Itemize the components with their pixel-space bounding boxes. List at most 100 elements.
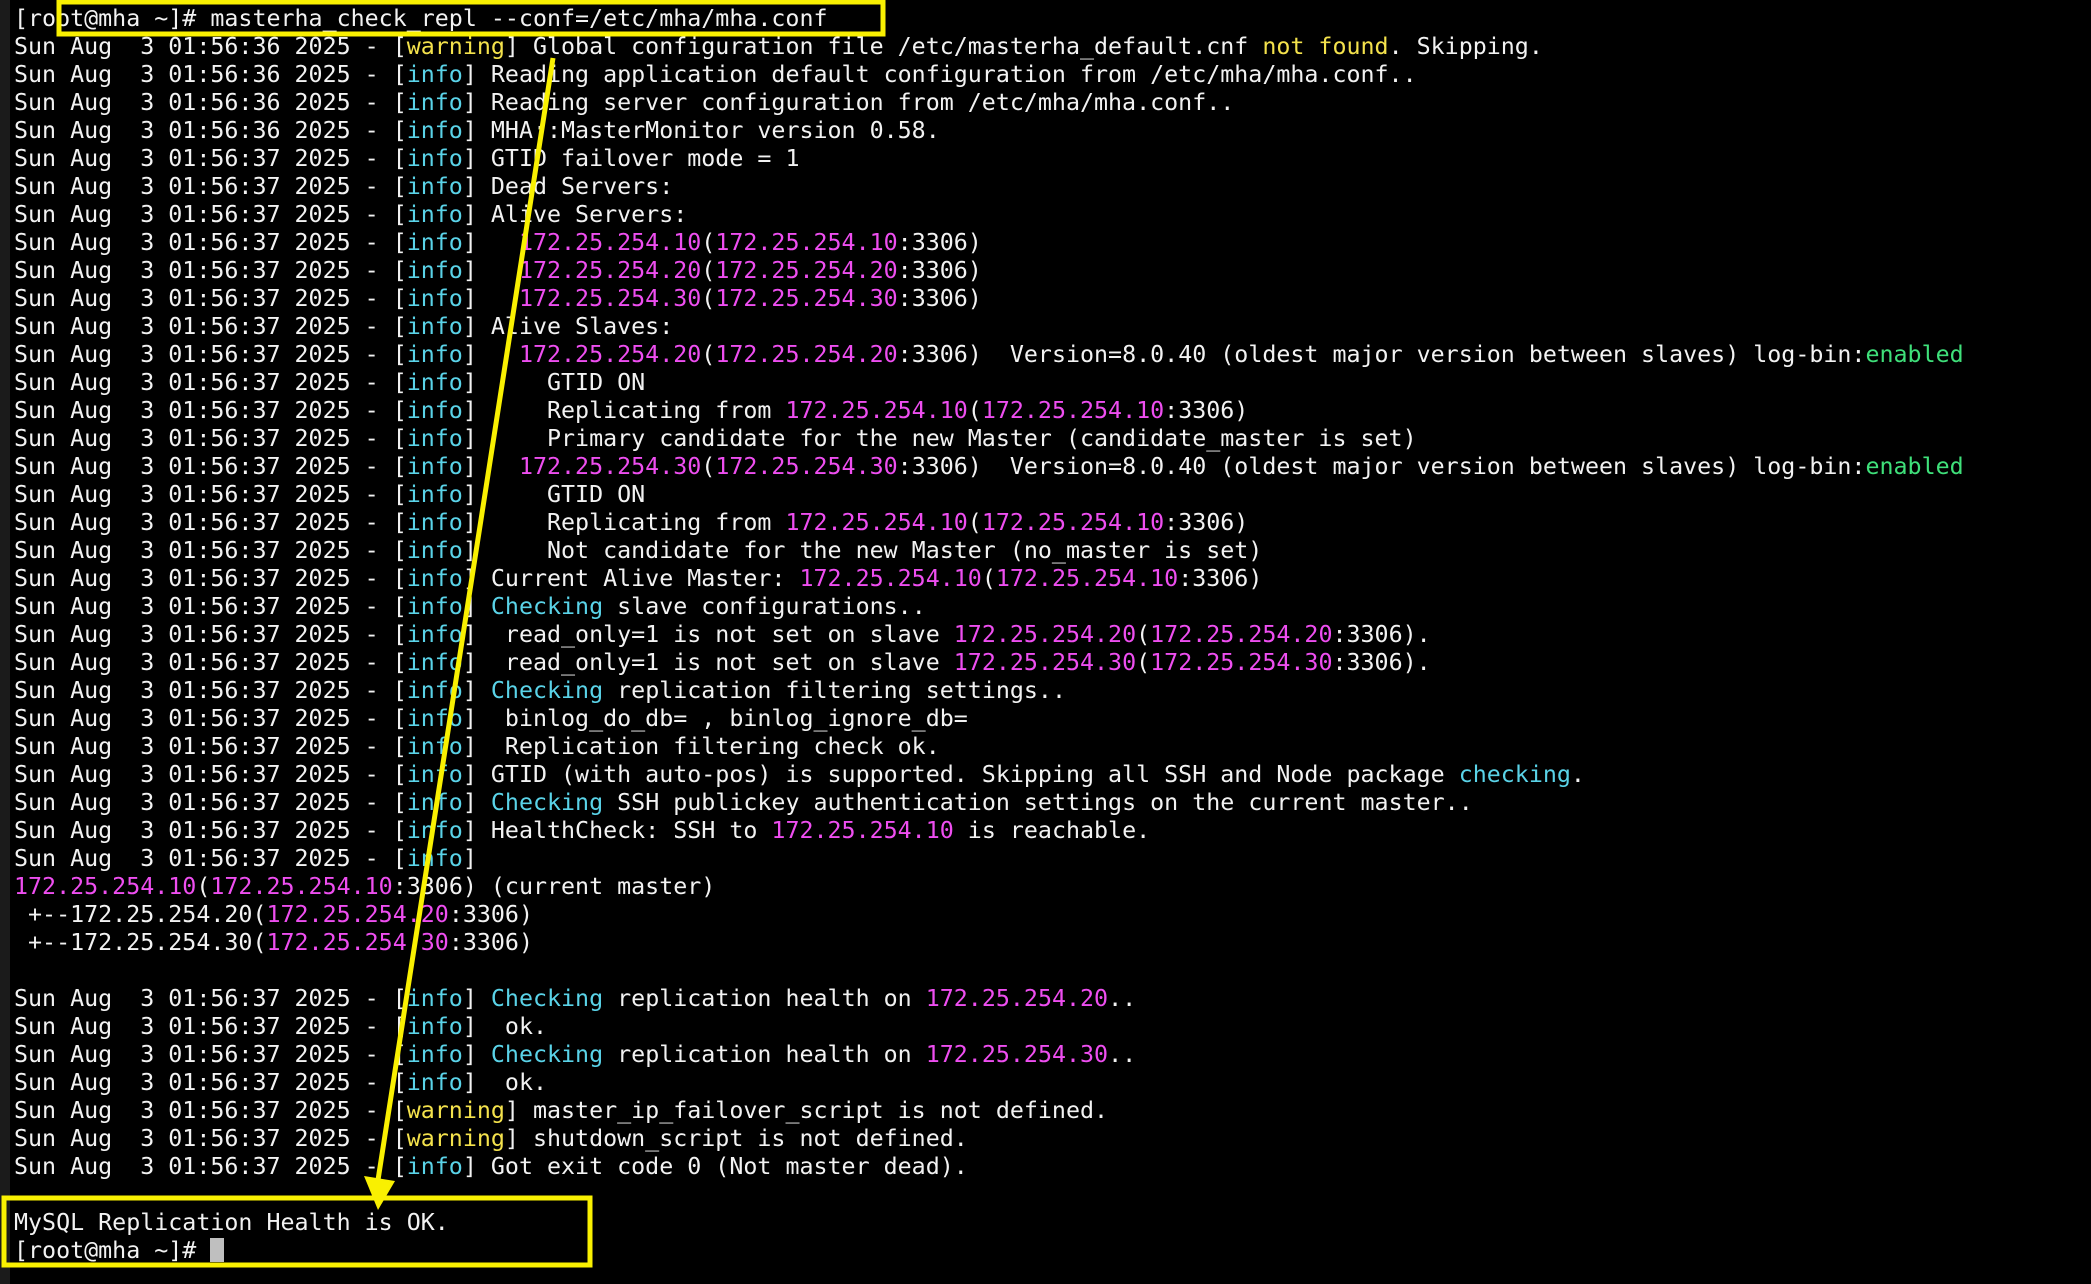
terminal-text-segment: is reachable. xyxy=(953,817,1151,844)
terminal-text-segment: ] xyxy=(462,341,519,368)
terminal-text-segment: Sun Aug 3 01:56:37 2025 - [ xyxy=(14,285,407,312)
terminal-text-segment: ] HealthCheck: SSH to xyxy=(462,817,772,844)
terminal-text-segment: ] xyxy=(462,285,519,312)
terminal-line: Sun Aug 3 01:56:37 2025 - [info] GTID ON xyxy=(14,481,1964,509)
terminal-text-segment: ( xyxy=(1136,649,1151,676)
terminal-text-segment: ( xyxy=(701,341,716,368)
terminal-text-segment: ] Got exit code 0 (Not master dead). xyxy=(462,1153,968,1180)
terminal-text-segment: Sun Aug 3 01:56:36 2025 - [ xyxy=(14,61,407,88)
terminal-text-segment: MySQL Replication Health is OK. xyxy=(14,1209,449,1236)
terminal-text-segment: replication filtering settings.. xyxy=(603,677,1066,704)
terminal-text-segment: :3306) xyxy=(897,229,982,256)
terminal-text-segment: Sun Aug 3 01:56:37 2025 - [ xyxy=(14,509,407,536)
terminal-line: Sun Aug 3 01:56:37 2025 - [info] GTID (w… xyxy=(14,761,1964,789)
terminal-text-segment: info xyxy=(406,509,463,536)
terminal-text-segment: ] read_only=1 is not set on slave xyxy=(462,649,954,676)
terminal-text-segment: info xyxy=(406,593,463,620)
terminal-text-segment: Checking xyxy=(490,677,604,704)
terminal-text-segment: Sun Aug 3 01:56:37 2025 - [ xyxy=(14,817,407,844)
terminal-text-segment: ] Global configuration file /etc/masterh… xyxy=(504,33,1263,60)
terminal-line: Sun Aug 3 01:56:37 2025 - [info] ok. xyxy=(14,1013,1964,1041)
terminal-text-segment: Sun Aug 3 01:56:37 2025 - [ xyxy=(14,313,407,340)
terminal-line: Sun Aug 3 01:56:37 2025 - [info] 172.25.… xyxy=(14,257,1964,285)
terminal-text-segment: ] xyxy=(462,257,519,284)
terminal-text-segment: info xyxy=(406,313,463,340)
terminal-line: [root@mha ~]# masterha_check_repl --conf… xyxy=(14,5,1964,33)
terminal-text-segment: Sun Aug 3 01:56:37 2025 - [ xyxy=(14,537,407,564)
terminal-line: Sun Aug 3 01:56:37 2025 - [info] Checkin… xyxy=(14,1041,1964,1069)
terminal-line: Sun Aug 3 01:56:37 2025 - [warning] shut… xyxy=(14,1125,1964,1153)
terminal-text-segment: info xyxy=(406,1069,463,1096)
terminal-text-segment: info xyxy=(406,845,463,872)
terminal-text-segment: ( xyxy=(196,873,211,900)
terminal-text-segment: Sun Aug 3 01:56:37 2025 - [ xyxy=(14,677,407,704)
terminal-text-segment: :3306) (current master) xyxy=(392,873,716,900)
window-left-edge xyxy=(0,0,10,1284)
terminal-text-segment: ] shutdown_script is not defined. xyxy=(504,1125,968,1152)
terminal-line: Sun Aug 3 01:56:37 2025 - [info] read_on… xyxy=(14,649,1964,677)
terminal-line: Sun Aug 3 01:56:37 2025 - [info] GTID fa… xyxy=(14,145,1964,173)
terminal-text-segment: 172.25.254.30 xyxy=(715,285,898,312)
terminal-text-segment: Sun Aug 3 01:56:37 2025 - [ xyxy=(14,733,407,760)
terminal-text-segment: info xyxy=(406,817,463,844)
terminal-text-segment: :3306). xyxy=(1332,621,1431,648)
terminal-line: Sun Aug 3 01:56:37 2025 - [info] binlog_… xyxy=(14,705,1964,733)
terminal-text-segment: 172.25.254.10 xyxy=(995,565,1179,592)
terminal-line: Sun Aug 3 01:56:36 2025 - [warning] Glob… xyxy=(14,33,1964,61)
terminal-text-segment: info xyxy=(406,369,463,396)
terminal-text-segment: 172.25.254.20 xyxy=(518,257,702,284)
terminal-text-segment: ] GTID ON xyxy=(462,481,646,508)
terminal-line: Sun Aug 3 01:56:37 2025 - [info] ok. xyxy=(14,1069,1964,1097)
terminal-text-segment: 172.25.254.10 xyxy=(981,509,1165,536)
terminal-text-segment: +--172.25.254.20( xyxy=(14,901,267,928)
terminal-line: Sun Aug 3 01:56:37 2025 - [info] Current… xyxy=(14,565,1964,593)
terminal-text-segment: :3306) xyxy=(448,929,533,956)
terminal-text-segment: info xyxy=(406,453,463,480)
terminal-text-segment: 172.25.254.10 xyxy=(785,397,968,424)
terminal-text-segment: Sun Aug 3 01:56:37 2025 - [ xyxy=(14,1041,407,1068)
terminal-text-segment: 172.25.254.10 xyxy=(715,229,898,256)
terminal-text-segment: [root@mha ~]# masterha_check_repl --conf… xyxy=(14,5,828,32)
terminal-text-segment: :3306) xyxy=(1178,565,1263,592)
terminal-text-segment: Sun Aug 3 01:56:37 2025 - [ xyxy=(14,453,407,480)
terminal-text-segment: .. xyxy=(1108,985,1137,1012)
terminal-output[interactable]: [root@mha ~]# masterha_check_repl --conf… xyxy=(14,5,1964,1265)
terminal-text-segment: ] read_only=1 is not set on slave xyxy=(462,621,954,648)
terminal-text-segment: Sun Aug 3 01:56:37 2025 - [ xyxy=(14,649,407,676)
terminal-text-segment: 172.25.254.10 xyxy=(14,873,197,900)
terminal-text-segment: warning xyxy=(406,33,505,60)
terminal-text-segment: ] binlog_do_db= , binlog_ignore_db= xyxy=(462,705,968,732)
terminal-text-segment: 172.25.254.10 xyxy=(799,565,982,592)
terminal-text-segment: Sun Aug 3 01:56:37 2025 - [ xyxy=(14,481,407,508)
terminal-text-segment: 172.25.254.20 xyxy=(715,341,898,368)
terminal-line: Sun Aug 3 01:56:37 2025 - [info] 172.25.… xyxy=(14,453,1964,481)
terminal-text-segment: Checking xyxy=(490,1041,604,1068)
terminal-line: Sun Aug 3 01:56:36 2025 - [info] MHA::Ma… xyxy=(14,117,1964,145)
terminal-text-segment: .. xyxy=(1108,1041,1137,1068)
terminal-text-segment: Sun Aug 3 01:56:37 2025 - [ xyxy=(14,229,407,256)
terminal-text-segment: Sun Aug 3 01:56:37 2025 - [ xyxy=(14,789,407,816)
terminal-text-segment: Checking xyxy=(490,789,604,816)
terminal-text-segment: 172.25.254.30 xyxy=(715,453,898,480)
terminal-text-segment: ( xyxy=(701,257,716,284)
terminal-text-segment: ( xyxy=(981,565,996,592)
terminal-text-segment: ( xyxy=(701,453,716,480)
terminal-line: MySQL Replication Health is OK. xyxy=(14,1209,1964,1237)
terminal-text-segment: 172.25.254.30 xyxy=(1150,649,1333,676)
terminal-text-segment: ] Replication filtering check ok. xyxy=(462,733,940,760)
terminal-text-segment: info xyxy=(406,229,463,256)
prompt-line[interactable]: [root@mha ~]# xyxy=(14,1237,1964,1265)
terminal-text-segment: info xyxy=(406,341,463,368)
terminal-text-segment: info xyxy=(406,285,463,312)
terminal-text-segment: 172.25.254.20 xyxy=(953,621,1137,648)
terminal-text-segment: Sun Aug 3 01:56:37 2025 - [ xyxy=(14,1125,407,1152)
terminal-line: Sun Aug 3 01:56:37 2025 - [info] 172.25.… xyxy=(14,341,1964,369)
terminal-text-segment: ] xyxy=(462,453,519,480)
terminal-text-segment: Sun Aug 3 01:56:37 2025 - [ xyxy=(14,1069,407,1096)
terminal-text-segment: :3306) xyxy=(1164,397,1249,424)
terminal-text-segment: 172.25.254.10 xyxy=(771,817,954,844)
terminal-text-segment: Checking xyxy=(490,593,604,620)
terminal-window[interactable]: [root@mha ~]# masterha_check_repl --conf… xyxy=(0,0,2091,1284)
terminal-text-segment: info xyxy=(406,733,463,760)
